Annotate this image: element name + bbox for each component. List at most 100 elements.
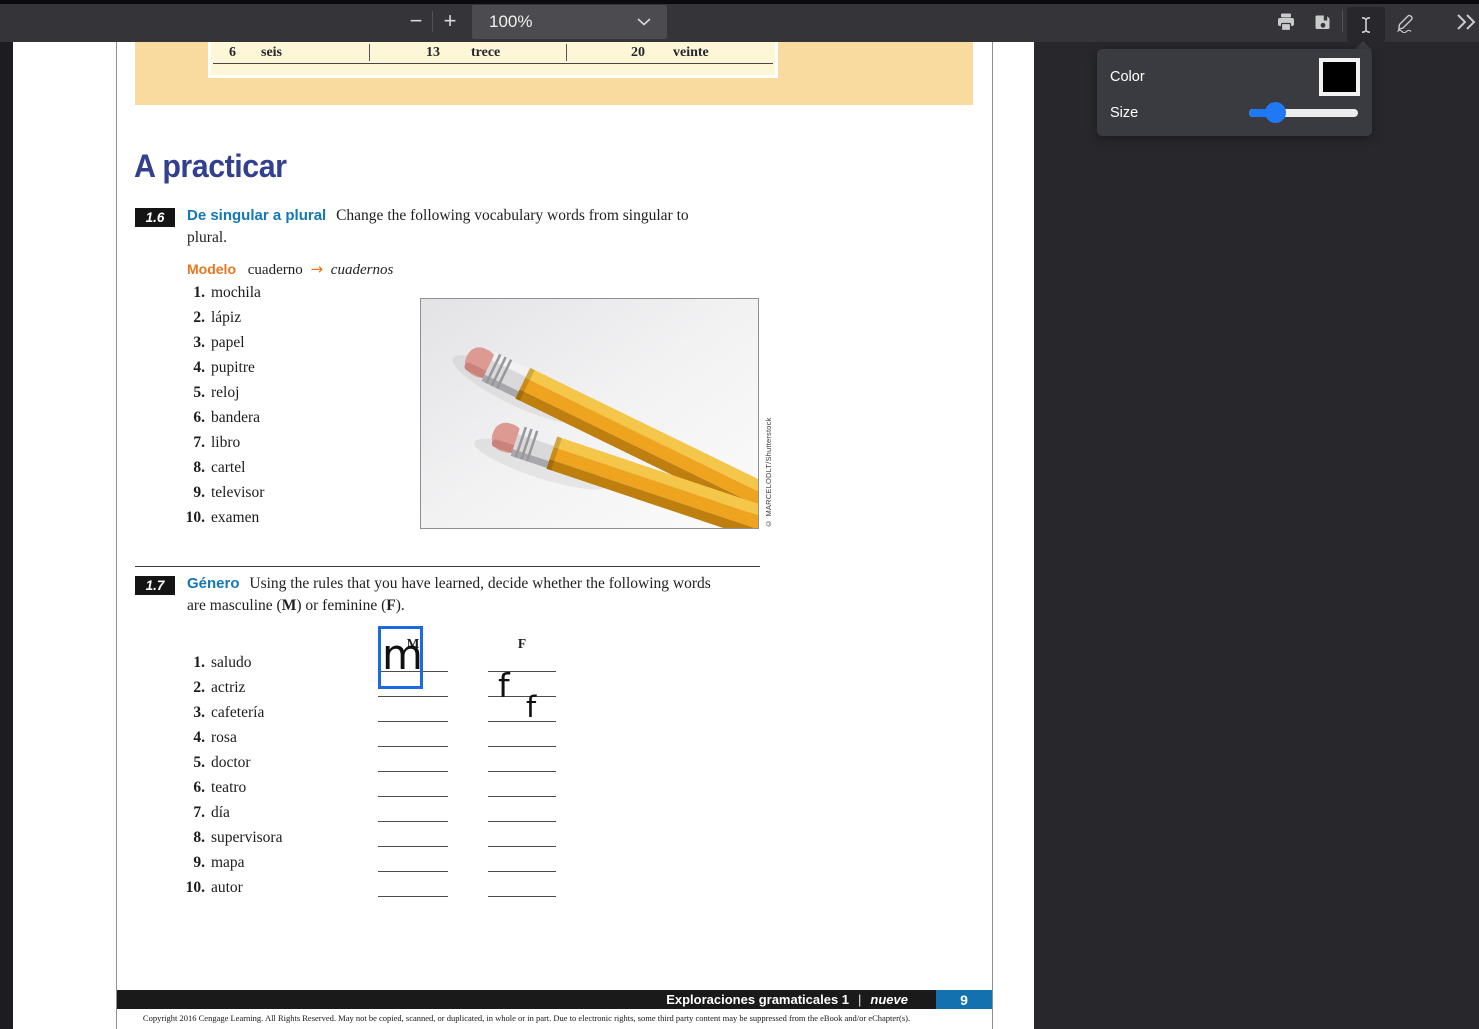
item-word: supervisora [211,825,282,850]
page-footer-bar: Exploraciones gramaticales 1 | nueve [117,990,936,1009]
item-number: 3. [177,330,211,355]
zoom-out-button[interactable]: − [403,8,429,34]
section-heading: A practicar [134,148,286,185]
exercise-number-badge: 1.7 [135,576,175,595]
next-page-edge [993,42,1034,1029]
text-annotation-tool-button[interactable] [1347,7,1385,42]
item-number: 7. [177,430,211,455]
item-word: rosa [211,725,237,750]
color-label: Color [1110,69,1145,85]
text-cursor-icon [1355,14,1377,36]
size-label: Size [1110,105,1138,121]
chevrons-right-icon [1455,12,1477,32]
toolbar-divider [1342,10,1343,32]
footer-book-title: Exploraciones gramaticales 1 [666,992,849,1007]
item-word: mapa [211,850,245,875]
item-number: 5. [177,380,211,405]
zoom-level-dropdown[interactable]: 100% [472,5,667,39]
zoom-level-value: 100% [472,12,637,32]
pencils-illustration [421,299,758,528]
item-number: 1. [177,650,211,675]
exercise-instructions: Género Using the rules that you have lea… [187,573,807,595]
vocab-list-1-7: 1.saludo 2.actriz 3.cafetería 4.rosa 5.d… [177,650,407,900]
table-number: 20 [631,44,645,62]
item-word: día [211,800,230,825]
item-word: actriz [211,675,245,700]
list-item: 2.actriz [177,675,407,700]
annotation-text-f2[interactable]: f [526,693,536,722]
list-item: 7.libro [177,430,407,455]
list-item: 1.mochila [177,280,407,305]
list-item: 10.autor [177,875,407,900]
more-tools-button[interactable] [1452,9,1479,35]
size-slider[interactable] [1249,109,1358,117]
exercise-title: Género [187,575,246,592]
arrow-right-icon: → [306,260,327,278]
item-number: 2. [177,675,211,700]
table-column-divider [369,44,370,61]
item-word: cartel [211,455,245,480]
modelo-singular: cuaderno [248,262,303,278]
footer-divider: | [849,992,870,1007]
list-item: 4.pupitre [177,355,407,380]
photo-credit: © MARCELODLT/Shutterstock [764,300,773,528]
item-number: 10. [177,505,211,530]
page-spine [992,42,993,1029]
toolbar-divider [432,11,433,32]
list-item: 1.saludo [177,650,407,675]
item-number: 8. [177,825,211,850]
item-word: papel [211,330,245,355]
item-word: examen [211,505,259,530]
annotation-text-f1[interactable]: f [498,669,510,702]
list-item: 8.supervisora [177,825,407,850]
instruction-text: are masculine (M) or feminine (F). [187,595,405,617]
previous-page-edge [13,42,116,1029]
numbers-table: 6 seis 13 trece 20 veinte [208,42,778,78]
annotation-settings-panel: Color Size [1097,49,1372,136]
item-number: 7. [177,800,211,825]
item-number: 8. [177,455,211,480]
pen-annotation-tool-button[interactable] [1390,8,1420,36]
page-number-badge: 9 [936,990,992,1009]
item-number: 2. [177,305,211,330]
color-swatch[interactable] [1319,58,1360,96]
ebook-reader: − + 100% [0,0,1479,1029]
canvas-left-edge [0,42,13,1029]
list-item: 8.cartel [177,455,407,480]
save-icon [1312,11,1334,33]
item-word: reloj [211,380,239,405]
item-word: mochila [211,280,261,305]
item-word: autor [211,875,243,900]
modelo-plural: cuadernos [331,262,394,278]
item-number: 4. [177,725,211,750]
save-button[interactable] [1308,8,1338,36]
item-number: 9. [177,850,211,875]
answer-blank [488,772,556,797]
print-button[interactable] [1271,8,1301,36]
item-word: pupitre [211,355,255,380]
modelo-label: Modelo [187,261,244,277]
instruction-text: plural. [187,227,227,249]
size-slider-thumb[interactable] [1265,102,1286,123]
instruction-text: Change the following vocabulary words fr… [336,207,689,224]
answer-blank [488,847,556,872]
masculine-abbrev: M [282,597,297,614]
table-column-divider [566,44,567,61]
instruction-text: Using the rules that you have learned, d… [249,575,710,592]
zoom-in-button[interactable]: + [437,8,463,34]
list-item: 3.papel [177,330,407,355]
list-item: 3.cafetería [177,700,407,725]
table-number: 6 [229,44,236,62]
answer-blank [488,822,556,847]
footer-page-word: nueve [870,992,908,1007]
list-item: 9.mapa [177,850,407,875]
item-word: doctor [211,750,251,775]
table-word: veinte [673,44,709,62]
list-item: 6.bandera [177,405,407,430]
modelo-example: Modelo cuaderno → cuadernos [187,260,393,279]
answer-blank [488,722,556,747]
answer-blank [488,872,556,897]
vocab-list-1-6: 1.mochila 2.lápiz 3.papel 4.pupitre 5.re… [177,280,407,530]
annotation-text-m[interactable]: m [382,634,423,676]
item-number: 1. [177,280,211,305]
